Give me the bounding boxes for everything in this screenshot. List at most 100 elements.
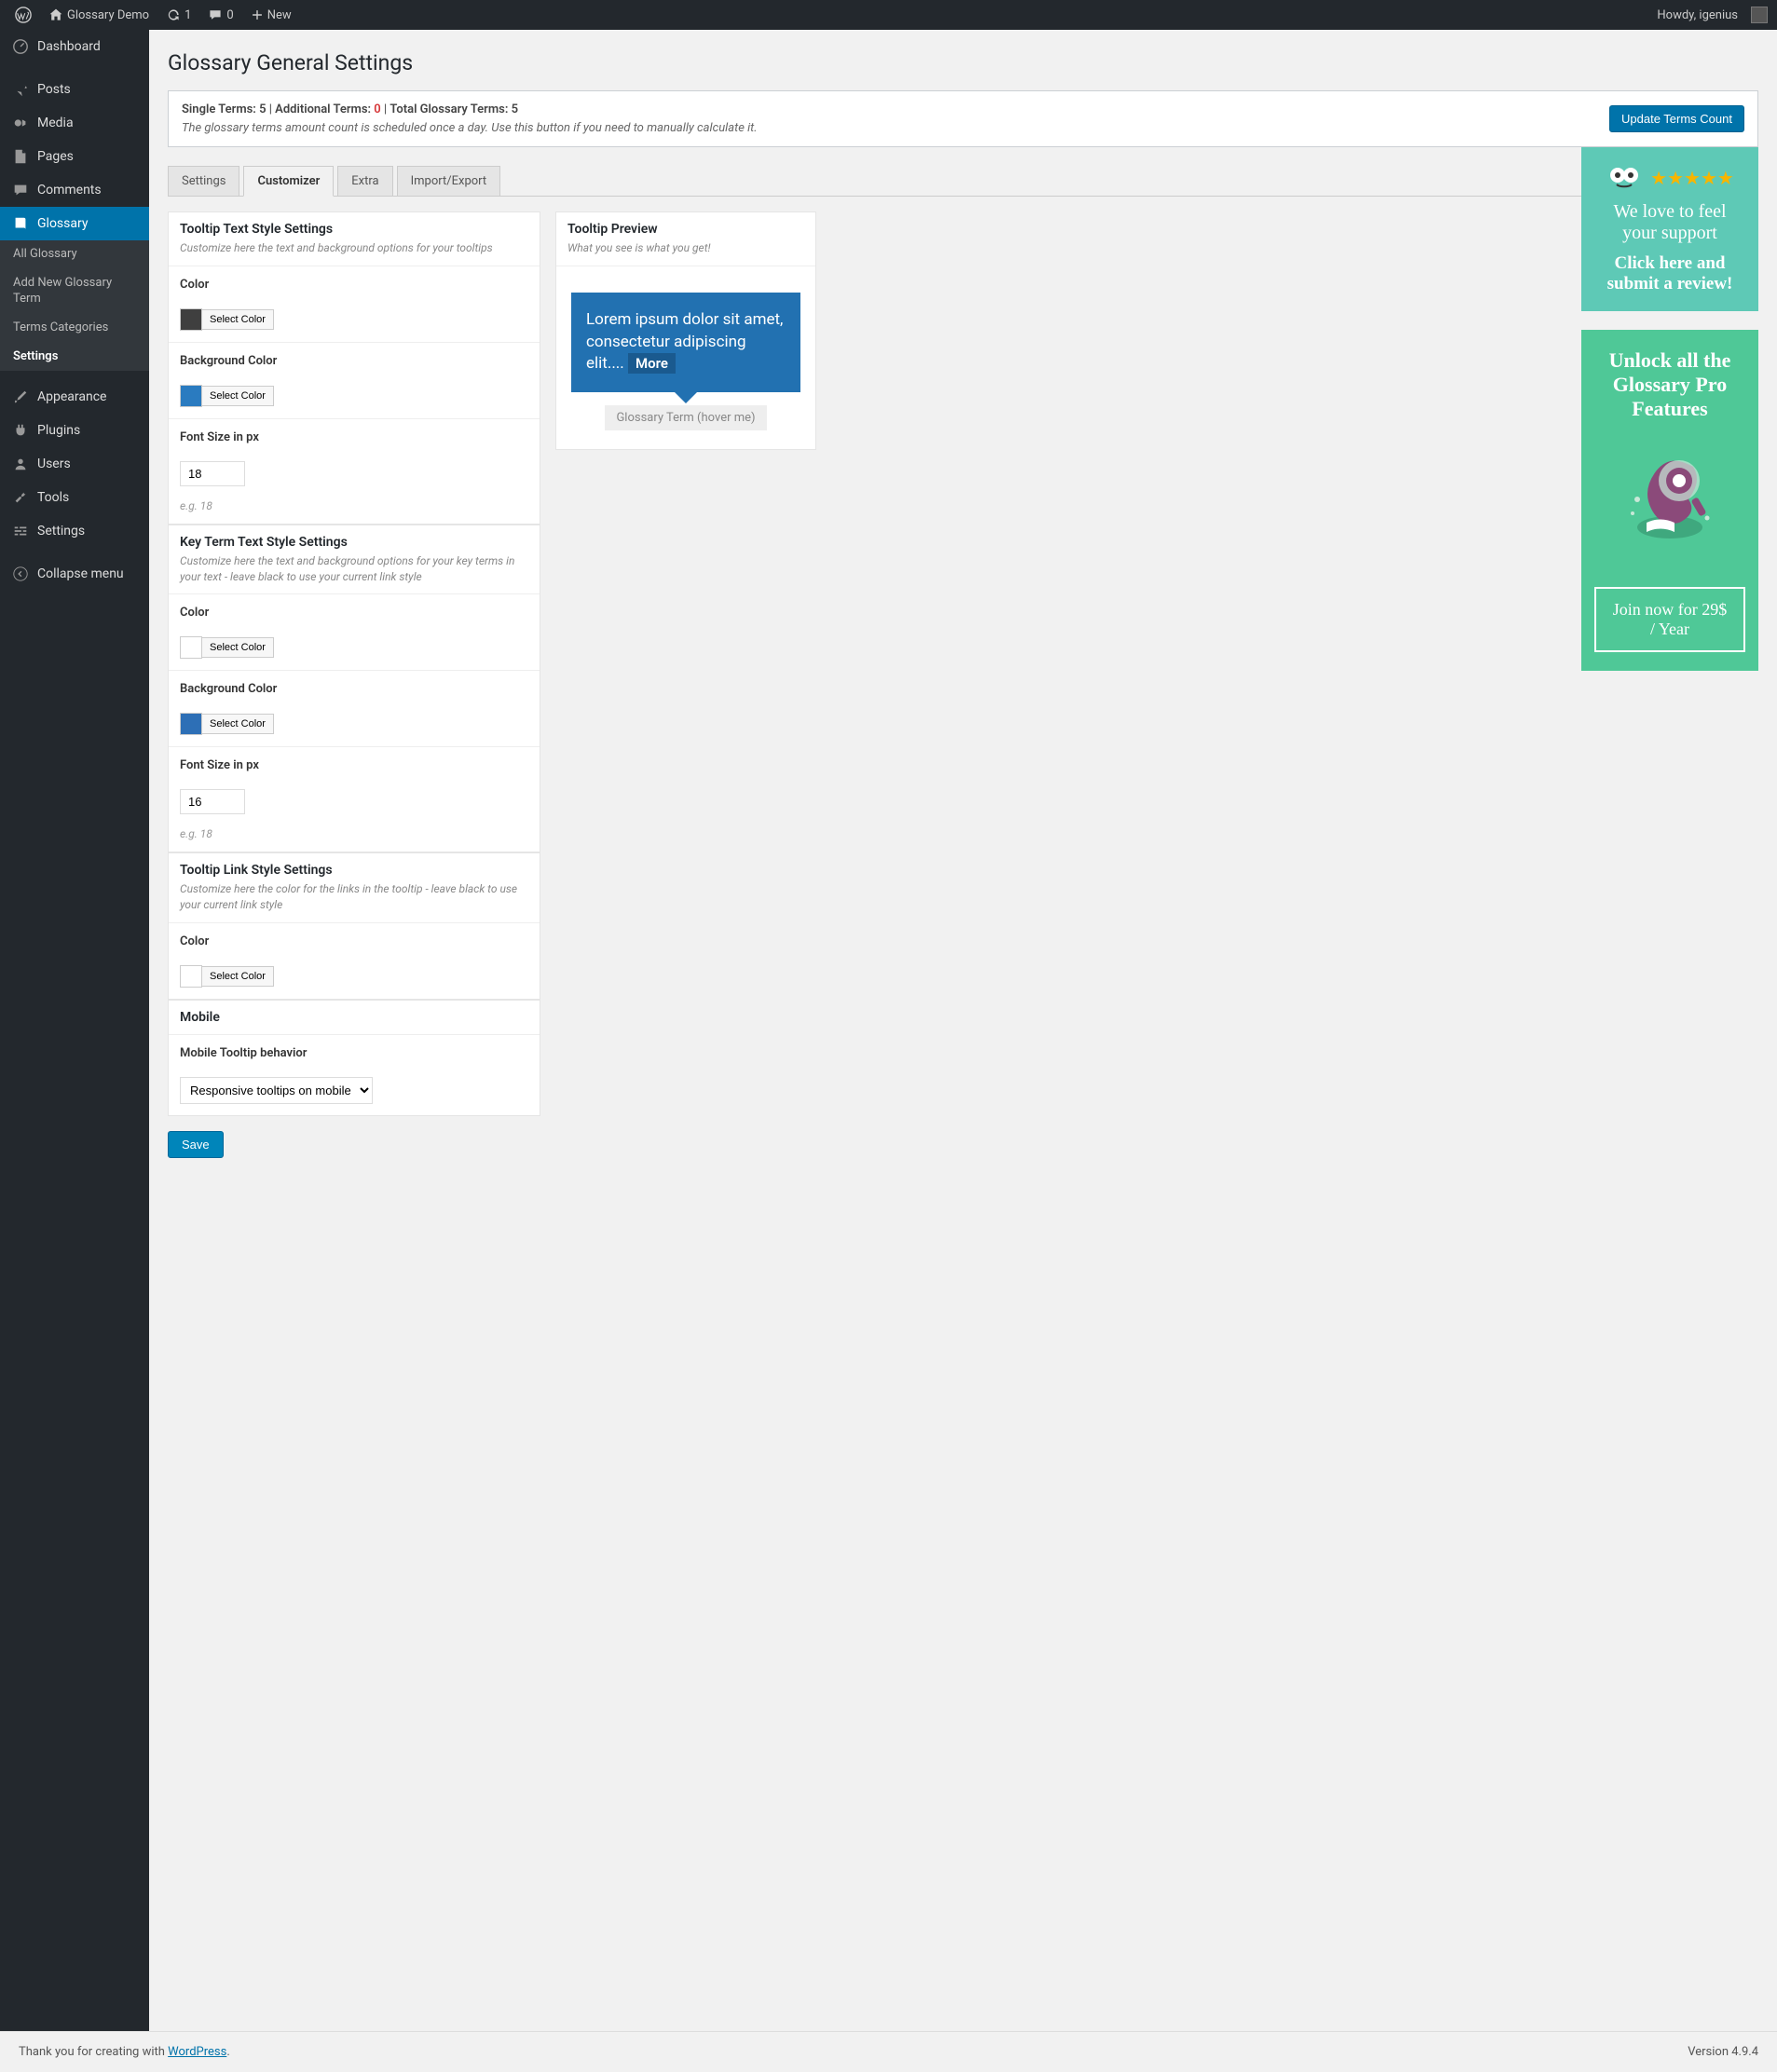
user-icon [11, 455, 30, 473]
submenu-add-term[interactable]: Add New Glossary Term [0, 269, 149, 314]
linkstyle-color-swatch[interactable] [180, 965, 202, 988]
review-promo[interactable]: ★★★★★ We love to feel your support Click… [1581, 147, 1758, 311]
howdy-link[interactable]: Howdy, igenius [1651, 8, 1743, 22]
single-terms-label: Single Terms: [182, 102, 256, 116]
mascot-icon [1606, 164, 1643, 192]
preview-more-link[interactable]: More [628, 353, 676, 374]
site-name-link[interactable]: Glossary Demo [43, 7, 155, 22]
pin-icon [11, 80, 30, 99]
promo1-link: Click here and submit a review! [1594, 253, 1745, 294]
tab-customizer[interactable]: Customizer [243, 166, 334, 197]
collapse-menu[interactable]: Collapse menu [0, 557, 149, 591]
submenu-terms-categories[interactable]: Terms Categories [0, 314, 149, 343]
tooltip-text-sub: Customize here the text and background o… [180, 240, 528, 256]
keyterm-panel: Key Term Text Style Settings Customize h… [168, 525, 540, 853]
dashboard-icon [11, 37, 30, 56]
media-icon [11, 114, 30, 132]
menu-glossary[interactable]: Glossary [0, 207, 149, 240]
tooltip-color-label: Color [180, 278, 528, 292]
tab-import-export[interactable]: Import/Export [397, 166, 501, 196]
tooltip-text-panel: Tooltip Text Style Settings Customize he… [168, 211, 540, 525]
new-link[interactable]: New [245, 8, 297, 22]
keyterm-bg-button[interactable]: Select Color [201, 714, 274, 734]
promo1-text: We love to feel your support [1594, 201, 1745, 244]
mobile-behavior-select[interactable]: Responsive tooltips on mobile [180, 1077, 373, 1104]
tooltip-color-button[interactable]: Select Color [201, 309, 274, 330]
preview-title: Tooltip Preview [567, 222, 804, 237]
footer-thank: Thank you for creating with [19, 2045, 168, 2059]
menu-comments[interactable]: Comments [0, 173, 149, 207]
glossary-submenu: All Glossary Add New Glossary Term Terms… [0, 240, 149, 371]
comment-icon [11, 181, 30, 199]
total-terms-value: 5 [512, 102, 518, 116]
keyterm-color-button[interactable]: Select Color [201, 637, 274, 658]
admin-footer: Thank you for creating with WordPress. V… [0, 2031, 1777, 2072]
admin-topbar: Glossary Demo 1 0 New Howdy, igenius [0, 0, 1777, 30]
preview-hover-term[interactable]: Glossary Term (hover me) [605, 405, 766, 430]
linkstyle-color-button[interactable]: Select Color [201, 966, 274, 987]
linkstyle-color-label: Color [180, 934, 528, 948]
settings-tabs: Settings Customizer Extra Import/Export [168, 166, 1758, 197]
update-terms-button[interactable]: Update Terms Count [1609, 105, 1744, 132]
menu-posts[interactable]: Posts [0, 73, 149, 106]
menu-settings[interactable]: Settings [0, 514, 149, 548]
wrench-icon [11, 488, 30, 507]
footer-version: Version 4.9.4 [1688, 2045, 1758, 2059]
tooltip-font-input[interactable] [180, 461, 245, 486]
preview-lorem: Lorem ipsum dolor sit amet, consectetur … [586, 310, 783, 374]
keyterm-sub: Customize here the text and background o… [180, 553, 528, 585]
keyterm-font-hint: e.g. 18 [180, 827, 528, 840]
submenu-settings[interactable]: Settings [0, 343, 149, 372]
brush-icon [11, 388, 30, 406]
keyterm-bg-label: Background Color [180, 682, 528, 696]
mobile-title: Mobile [180, 1010, 528, 1025]
preview-sub: What you see is what you get! [567, 240, 804, 256]
tooltip-bg-label: Background Color [180, 354, 528, 368]
tab-settings[interactable]: Settings [168, 166, 239, 196]
promo2-join-button[interactable]: Join now for 29$ / Year [1594, 587, 1745, 652]
tooltip-color-swatch[interactable] [180, 308, 202, 331]
stars-icon: ★★★★★ [1650, 167, 1734, 189]
tab-extra[interactable]: Extra [337, 166, 392, 196]
tooltip-font-label: Font Size in px [180, 430, 528, 444]
keyterm-font-input[interactable] [180, 789, 245, 814]
promo2-title: Unlock all the Glossary Pro Features [1594, 348, 1745, 421]
keyterm-title: Key Term Text Style Settings [180, 535, 528, 550]
preview-tooltip: Lorem ipsum dolor sit amet, consectetur … [571, 293, 800, 392]
mobile-panel: Mobile Mobile Tooltip behavior Responsiv… [168, 1000, 540, 1116]
menu-plugins[interactable]: Plugins [0, 414, 149, 447]
plug-icon [11, 421, 30, 440]
collapse-icon [11, 565, 30, 583]
admin-sidebar: Dashboard Posts Media Pages Comments Glo… [0, 30, 149, 2031]
tooltip-font-hint: e.g. 18 [180, 499, 528, 512]
menu-media[interactable]: Media [0, 106, 149, 140]
page-title: Glossary General Settings [168, 50, 1758, 75]
pro-promo[interactable]: Unlock all the Glossary Pro Features Joi… [1581, 330, 1758, 671]
book-icon [11, 214, 30, 233]
menu-tools[interactable]: Tools [0, 481, 149, 514]
keyterm-font-label: Font Size in px [180, 758, 528, 772]
wordpress-link[interactable]: WordPress [168, 2045, 226, 2059]
additional-terms-value: 0 [374, 102, 380, 116]
sliders-icon [11, 522, 30, 540]
linkstyle-sub: Customize here the color for the links i… [180, 881, 528, 913]
wp-logo-icon[interactable] [9, 7, 37, 23]
linkstyle-panel: Tooltip Link Style Settings Customize he… [168, 852, 540, 1000]
menu-users[interactable]: Users [0, 447, 149, 481]
menu-pages[interactable]: Pages [0, 140, 149, 173]
updates-link[interactable]: 1 [160, 7, 197, 22]
page-icon [11, 147, 30, 166]
menu-appearance[interactable]: Appearance [0, 380, 149, 414]
submenu-all-glossary[interactable]: All Glossary [0, 240, 149, 269]
promo2-mascot-icon [1594, 434, 1745, 574]
save-button[interactable]: Save [168, 1131, 224, 1158]
tooltip-bg-swatch[interactable] [180, 385, 202, 407]
tooltip-bg-button[interactable]: Select Color [201, 386, 274, 406]
keyterm-color-swatch[interactable] [180, 636, 202, 659]
comments-link[interactable]: 0 [202, 7, 239, 22]
menu-dashboard[interactable]: Dashboard [0, 30, 149, 63]
avatar[interactable] [1751, 7, 1768, 23]
total-terms-label: Total Glossary Terms: [390, 102, 508, 116]
keyterm-bg-swatch[interactable] [180, 713, 202, 735]
linkstyle-title: Tooltip Link Style Settings [180, 863, 528, 878]
